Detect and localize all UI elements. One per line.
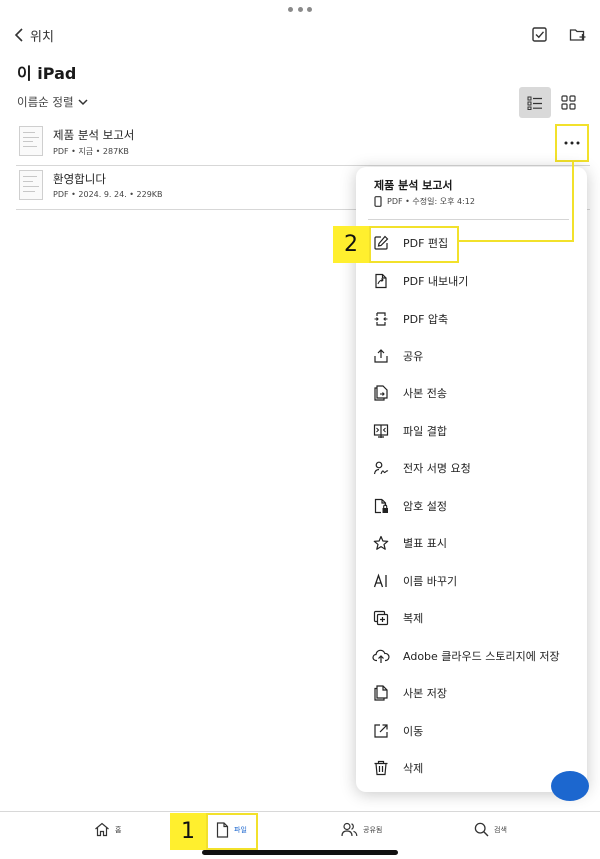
more-options-button[interactable] [555,124,589,162]
menu-item-label: PDF 내보내기 [403,275,469,288]
menu-item-label: 공유 [403,350,424,363]
share-icon [372,347,390,365]
grid-view-button[interactable] [556,87,580,118]
rename-icon [372,572,390,590]
new-folder-icon[interactable] [569,26,587,44]
menu-item-set-password[interactable]: 암호 설정 [372,494,577,518]
trash-icon [372,759,390,777]
password-lock-icon [372,497,390,515]
menu-item-request-signature[interactable]: 전자 서명 요청 [372,456,577,480]
tab-search[interactable]: 검색 [474,822,507,837]
menu-item-label: 이름 바꾸기 [403,575,458,588]
menu-item-label: 이동 [403,725,424,738]
list-view-button[interactable] [519,87,551,118]
menu-file-meta: PDF • 수정일: 오후 4:12 [374,196,475,207]
sort-label: 이름순 정렬 [17,95,74,109]
list-view-icon [527,96,543,110]
annotation-highlight-box [206,813,258,850]
file-meta: PDF • 지금 • 287KB [53,147,129,156]
tab-shared[interactable]: 공유됨 [341,822,382,837]
annotation-step-badge: 1 [170,813,206,850]
menu-item-export-pdf[interactable]: PDF 내보내기 [372,269,577,293]
select-checkbox-icon[interactable] [531,26,549,44]
star-icon [372,534,390,552]
back-label: 위치 [30,29,54,45]
menu-file-meta-text: PDF • 수정일: 오후 4:12 [387,197,475,206]
menu-item-label: PDF 압축 [403,313,449,326]
menu-item-label: 삭제 [403,762,424,775]
tab-label: 검색 [494,825,507,834]
multitasking-handle[interactable] [288,5,312,13]
request-signature-icon [372,459,390,477]
grid-view-icon [560,95,576,110]
menu-item-label: Adobe 클라우드 스토리지에 저장 [403,650,560,663]
back-button[interactable]: 위치 [14,25,54,45]
page-title: 이 iPad [17,64,77,83]
menu-file-title: 제품 분석 보고서 [374,179,453,192]
chevron-left-icon [14,28,24,42]
file-name: 환영합니다 [53,172,106,186]
menu-item-save-copy[interactable]: 사본 저장 [372,681,577,705]
duplicate-icon [372,609,390,627]
tab-home[interactable]: 홈 [94,822,121,837]
shared-users-icon [341,822,358,837]
menu-divider [368,219,569,220]
combine-files-icon [372,422,390,440]
chevron-down-icon [78,98,88,106]
sort-dropdown[interactable]: 이름순 정렬 [17,94,88,110]
menu-item-move[interactable]: 이동 [372,719,577,743]
cloud-upload-icon [372,647,390,665]
menu-item-label: 사본 전송 [403,387,447,400]
file-row[interactable]: 제품 분석 보고서 PDF • 지금 • 287KB [16,122,590,166]
menu-item-send-copy[interactable]: 사본 전송 [372,381,577,405]
menu-item-delete[interactable]: 삭제 [372,756,577,780]
menu-item-label: 복제 [403,612,424,625]
annotation-connector [459,240,574,242]
pdf-thumbnail [19,170,43,200]
send-copy-icon [372,384,390,402]
annotation-connector [572,162,574,242]
device-icon [374,196,382,207]
file-meta: PDF • 2024. 9. 24. • 229KB [53,190,163,199]
menu-item-label: 전자 서명 요청 [403,462,471,475]
home-indicator[interactable] [202,850,398,855]
menu-item-save-to-cloud[interactable]: Adobe 클라우드 스토리지에 저장 [372,644,577,668]
menu-item-label: 파일 결합 [403,425,447,438]
tab-label: 공유됨 [363,825,383,834]
menu-item-duplicate[interactable]: 복제 [372,606,577,630]
save-copy-icon [372,684,390,702]
menu-item-label: 사본 저장 [403,687,447,700]
home-icon [94,822,110,837]
ellipsis-icon [564,141,580,145]
annotation-step-badge: 2 [333,226,369,263]
menu-item-label: 암호 설정 [403,500,447,513]
menu-item-rename[interactable]: 이름 바꾸기 [372,569,577,593]
menu-item-share[interactable]: 공유 [372,344,577,368]
floating-action-button[interactable] [551,771,589,801]
tab-label: 홈 [115,825,122,834]
menu-item-star[interactable]: 별표 표시 [372,531,577,555]
menu-item-label: 별표 표시 [403,537,447,550]
file-name: 제품 분석 보고서 [53,128,135,142]
compress-pdf-icon [372,310,390,328]
move-icon [372,722,390,740]
search-icon [474,822,489,837]
export-pdf-icon [372,272,390,290]
menu-item-compress-pdf[interactable]: PDF 압축 [372,307,577,331]
menu-item-combine-files[interactable]: 파일 결합 [372,419,577,443]
pdf-thumbnail [19,126,43,156]
annotation-highlight-box [369,226,459,263]
